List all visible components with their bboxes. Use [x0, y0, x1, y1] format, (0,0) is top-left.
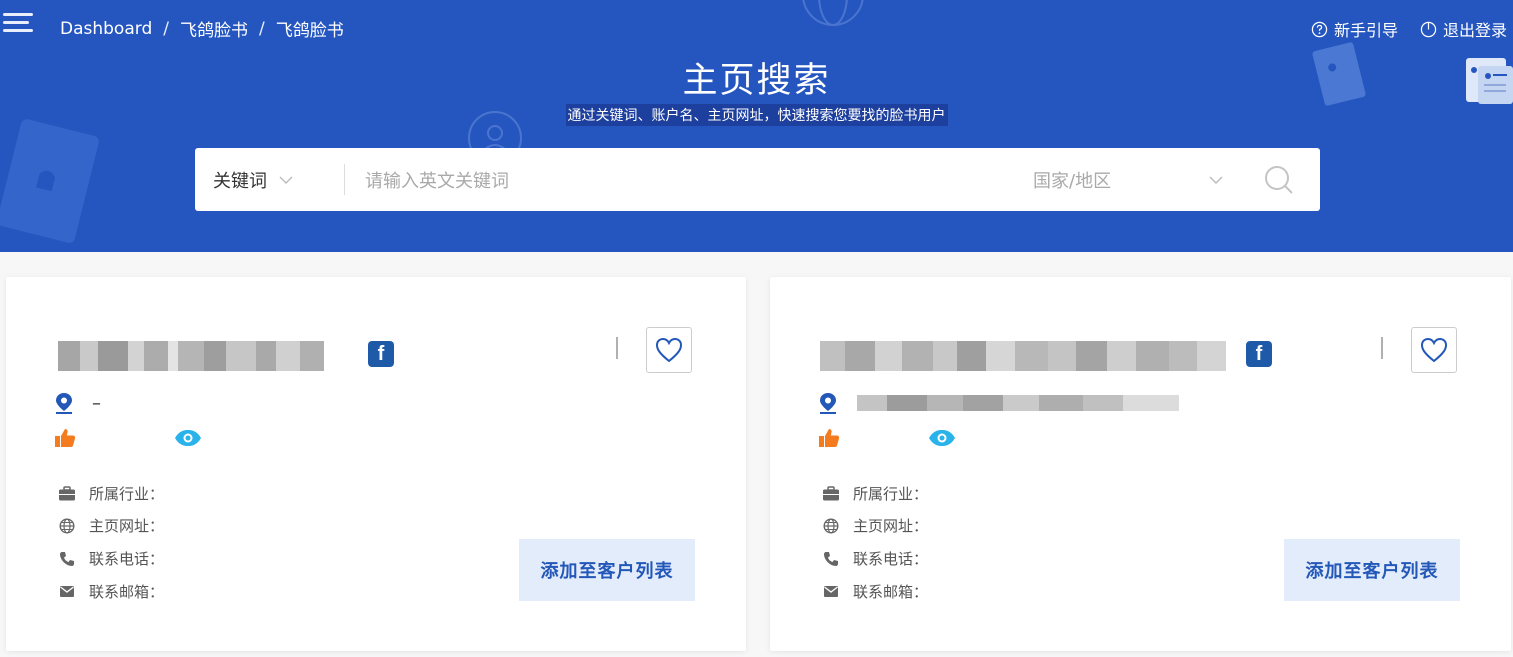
email-row: 联系邮箱： [58, 581, 357, 602]
location-text: – [92, 392, 101, 414]
add-to-customer-list-button[interactable]: 添加至客户列表 [519, 539, 695, 601]
search-type-select[interactable]: 关键词 [213, 148, 293, 211]
phone-icon [58, 550, 76, 568]
phone-label: 联系电话： [853, 550, 929, 568]
envelope-icon [58, 583, 76, 601]
breadcrumb: Dashboard / 飞鸽脸书 / 飞鸽脸书 [60, 16, 344, 42]
email-label: 联系邮箱： [853, 583, 929, 601]
facebook-icon: f [368, 341, 394, 367]
favorite-button[interactable] [1411, 327, 1457, 373]
search-box: 关键词 国家/地区 [195, 148, 1320, 211]
location-pin-icon [56, 393, 72, 414]
search-icon[interactable] [1263, 164, 1295, 196]
eye-icon [929, 430, 955, 446]
location-pin-icon [820, 393, 836, 414]
location-row [818, 392, 1179, 414]
industry-label: 所属行业： [89, 485, 165, 503]
header-banner: Dashboard / 飞鸽脸书 / 飞鸽脸书 新手引导 退出登录 主页搜索 通… [0, 0, 1513, 252]
stats-row [818, 428, 996, 448]
globe-icon [822, 517, 840, 535]
keyword-search-input[interactable] [363, 162, 1007, 200]
globe-icon [58, 517, 76, 535]
chevron-down-icon [1209, 176, 1223, 184]
industry-label: 所属行业： [853, 485, 929, 503]
website-row: 主页网址： [822, 515, 1171, 536]
search-divider [344, 164, 345, 195]
location-row: – [54, 392, 101, 414]
result-card: f 所属行业： 主页网址： 联系电话： 联系邮箱： 添加至客户列表 [770, 277, 1511, 651]
envelope-icon [822, 583, 840, 601]
heart-icon [1420, 337, 1448, 363]
briefcase-icon [58, 485, 76, 503]
globe-decoration [802, 0, 864, 26]
logout-link[interactable]: 退出登录 [1420, 17, 1507, 41]
menu-toggle-icon[interactable] [3, 13, 33, 37]
search-type-label: 关键词 [213, 170, 267, 192]
thumbs-up-icon [55, 429, 76, 447]
power-icon [1420, 21, 1437, 37]
thumbs-up-icon [819, 429, 840, 447]
industry-row: 所属行业： [822, 483, 1107, 504]
card-divider [616, 337, 618, 359]
breadcrumb-current: 飞鸽脸书 [275, 21, 344, 41]
breadcrumb-separator: / [258, 18, 265, 39]
website-label: 主页网址： [89, 517, 165, 535]
chevron-down-icon [279, 176, 293, 184]
location-value-redacted [857, 395, 1179, 411]
page-subtitle: 通过关键词、账户名、主页网址，快速搜索您要找的脸书用户 [565, 104, 948, 126]
subtitle-wrap: 通过关键词、账户名、主页网址，快速搜索您要找的脸书用户 [0, 104, 1513, 126]
result-card: f – 所属行业： 主页网址： 联系电话： 联系邮箱： 添加至客户列表 [6, 277, 746, 651]
breadcrumb-dashboard[interactable]: Dashboard [60, 19, 152, 39]
breadcrumb-separator: / [163, 18, 169, 39]
id-card-decoration [0, 119, 99, 243]
email-row: 联系邮箱： [822, 581, 1177, 602]
region-select[interactable]: 国家/地区 [1033, 148, 1223, 211]
industry-row: 所属行业： [58, 483, 301, 504]
email-label: 联系邮箱： [89, 583, 165, 601]
eye-icon [175, 430, 201, 446]
phone-label: 联系电话： [89, 550, 165, 568]
page-name-redacted [58, 341, 348, 371]
breadcrumb-feige-facebook[interactable]: 飞鸽脸书 [180, 16, 248, 41]
facebook-icon: f [1246, 341, 1272, 367]
logout-label: 退出登录 [1442, 21, 1507, 40]
heart-icon [655, 337, 683, 363]
header-actions: 新手引导 退出登录 [1311, 17, 1507, 41]
website-row: 主页网址： [58, 515, 393, 536]
page-name-redacted [820, 341, 1227, 371]
guide-link[interactable]: 新手引导 [1311, 17, 1398, 41]
add-to-customer-list-button[interactable]: 添加至客户列表 [1284, 539, 1460, 601]
briefcase-icon [822, 485, 840, 503]
region-placeholder: 国家/地区 [1033, 170, 1112, 192]
phone-row: 联系电话： [58, 548, 291, 569]
help-circle-icon [1311, 21, 1328, 37]
website-label: 主页网址： [853, 517, 929, 535]
stats-row [54, 428, 250, 448]
favorite-button[interactable] [646, 327, 692, 373]
page-title: 主页搜索 [682, 61, 831, 101]
guide-label: 新手引导 [1333, 21, 1398, 40]
phone-row: 联系电话： [822, 548, 1063, 569]
phone-icon [822, 550, 840, 568]
card-divider [1381, 337, 1383, 359]
